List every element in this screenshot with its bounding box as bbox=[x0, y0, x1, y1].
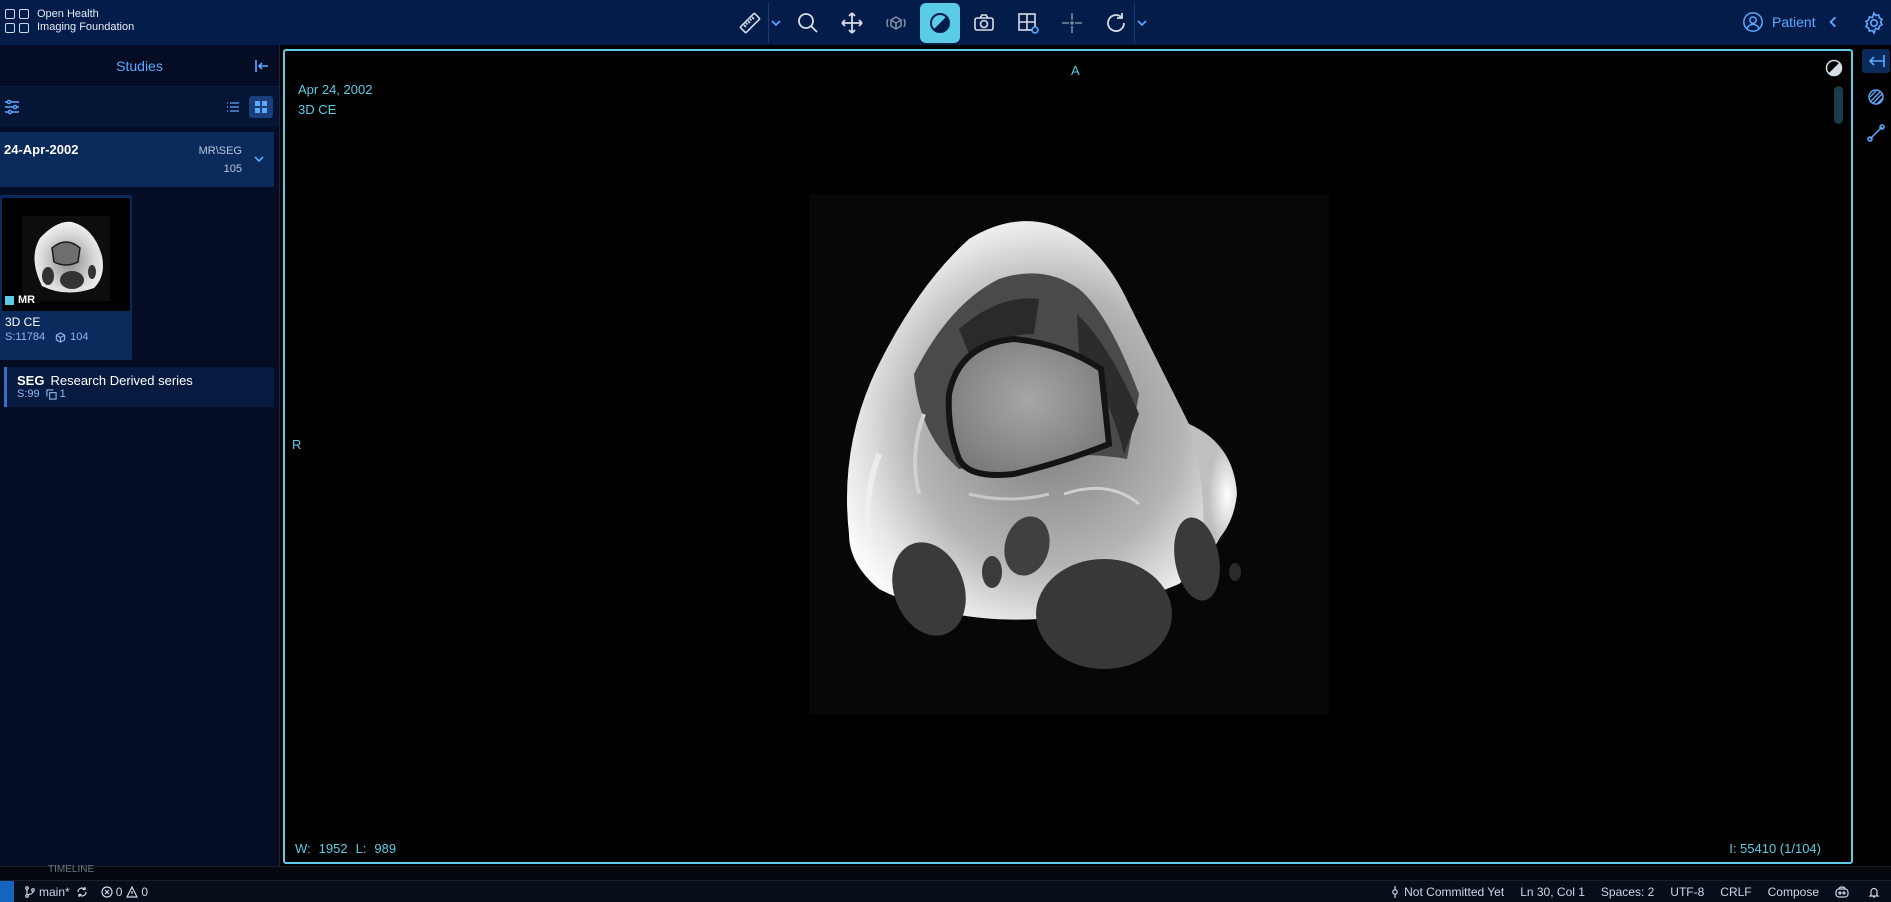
notifications-bell-icon[interactable] bbox=[1868, 886, 1883, 898]
seg-description: Research Derived series bbox=[50, 373, 193, 388]
logo-line1: Open Health bbox=[37, 8, 99, 20]
patient-label: Patient bbox=[1772, 14, 1816, 30]
window-label: W: bbox=[295, 841, 311, 856]
expand-right-panel-icon[interactable] bbox=[1862, 49, 1890, 73]
study-instance-count: 105 bbox=[223, 163, 242, 175]
window-level-icon[interactable] bbox=[920, 2, 960, 43]
series-number: S:11784 bbox=[5, 331, 46, 343]
ohif-logo[interactable]: Open Health Imaging Foundation bbox=[5, 8, 134, 34]
studies-panel: Studies 24-Apr-2002 MR\SEG 105 MR 3D CE … bbox=[0, 45, 280, 880]
chevron-left-icon bbox=[1828, 16, 1836, 28]
study-modalities: MR\SEG bbox=[198, 145, 242, 157]
rotate-3d-icon[interactable] bbox=[876, 3, 916, 43]
series-description: 3D CE bbox=[5, 315, 41, 329]
viewport-scrollbar[interactable] bbox=[1834, 86, 1843, 124]
window-value: 1952 bbox=[318, 841, 348, 856]
encoding[interactable]: UTF-8 bbox=[1670, 885, 1704, 899]
crosshair-icon[interactable] bbox=[1052, 3, 1092, 43]
stack-icon bbox=[55, 331, 66, 343]
copilot-icon[interactable] bbox=[1835, 886, 1852, 898]
level-label: L: bbox=[355, 841, 367, 856]
modality-color-swatch bbox=[5, 295, 14, 305]
seg-series-number: S:99 bbox=[17, 388, 40, 400]
zoom-icon[interactable] bbox=[788, 3, 828, 43]
sync-icon bbox=[77, 886, 87, 897]
seg-modality: SEG bbox=[17, 373, 45, 388]
contrast-icon[interactable] bbox=[1825, 59, 1843, 77]
camera-icon[interactable] bbox=[964, 3, 1004, 43]
status-bar: main* 0 0 Not Committed Yet Ln 30, Col 1… bbox=[0, 880, 1891, 902]
patient-button[interactable]: Patient bbox=[1742, 11, 1840, 33]
blame-text: Not Committed Yet bbox=[1404, 885, 1505, 899]
line-ending[interactable]: CRLF bbox=[1720, 885, 1751, 899]
git-branch-icon bbox=[25, 885, 35, 898]
logo-line2: Imaging Foundation bbox=[37, 21, 135, 33]
grid-view-icon[interactable] bbox=[249, 96, 273, 118]
overlay-instance: I: 55410 (1/104) bbox=[1729, 841, 1821, 856]
pan-icon[interactable] bbox=[832, 3, 872, 43]
series-instance-count: 104 bbox=[70, 331, 89, 343]
remote-indicator[interactable] bbox=[0, 880, 14, 902]
timeline-strip: TIMELINE bbox=[0, 864, 1891, 880]
studies-header: Studies bbox=[0, 45, 279, 87]
series-thumbnail-mr[interactable]: MR 3D CE S:11784 104 bbox=[0, 195, 132, 360]
collapse-panel-icon[interactable] bbox=[253, 57, 271, 75]
series-row-seg[interactable]: SEG Research Derived series S:99 1 bbox=[4, 367, 274, 407]
error-count: 0 bbox=[115, 884, 123, 899]
language-mode[interactable]: Compose bbox=[1768, 885, 1819, 899]
orientation-marker-top: A bbox=[1071, 63, 1080, 78]
logo-grid-icon bbox=[5, 9, 29, 33]
series-modality: MR bbox=[18, 294, 36, 306]
mri-image bbox=[809, 194, 1329, 714]
ruler-icon[interactable] bbox=[730, 3, 770, 43]
chevron-down-icon[interactable] bbox=[252, 152, 266, 166]
segmentation-icon[interactable] bbox=[1862, 85, 1890, 109]
copy-icon bbox=[46, 388, 57, 400]
image-viewport[interactable]: A R Apr 24, 2002 3D CE W: 1952 L: 989 I: 55… bbox=[283, 49, 1853, 864]
orientation-marker-left: R bbox=[292, 437, 302, 452]
study-row[interactable]: 24-Apr-2002 MR\SEG 105 bbox=[0, 132, 274, 187]
warning-icon bbox=[126, 885, 139, 898]
timeline-label[interactable]: TIMELINE bbox=[48, 864, 94, 875]
problems-indicator[interactable]: 0 0 bbox=[101, 885, 148, 899]
git-branch[interactable]: main* bbox=[24, 885, 91, 899]
study-date: 24-Apr-2002 bbox=[4, 142, 79, 157]
list-view-icon[interactable] bbox=[221, 96, 245, 118]
view-toggle bbox=[221, 96, 273, 118]
measurements-icon[interactable] bbox=[1862, 121, 1890, 145]
filter-row bbox=[0, 87, 279, 127]
commit-icon bbox=[1392, 886, 1398, 898]
layout-icon[interactable] bbox=[1008, 3, 1048, 43]
branch-name: main* bbox=[39, 884, 70, 899]
chevron-down-icon[interactable] bbox=[1134, 2, 1148, 43]
seg-instance-count: 1 bbox=[59, 388, 66, 400]
top-bar: Open Health Imaging Foundation Patient bbox=[0, 0, 1891, 45]
cursor-position[interactable]: Ln 30, Col 1 bbox=[1520, 885, 1585, 899]
user-icon bbox=[1743, 12, 1763, 32]
level-value: 989 bbox=[374, 841, 397, 856]
warning-count: 0 bbox=[141, 884, 149, 899]
filter-settings-icon[interactable] bbox=[4, 99, 20, 115]
overlay-series-description: 3D CE bbox=[298, 102, 337, 117]
git-blame[interactable]: Not Committed Yet bbox=[1389, 885, 1504, 899]
reset-icon[interactable] bbox=[1096, 3, 1136, 43]
gear-icon[interactable] bbox=[1862, 11, 1886, 35]
indentation[interactable]: Spaces: 2 bbox=[1601, 885, 1654, 899]
studies-title: Studies bbox=[116, 57, 163, 74]
overlay-study-date: Apr 24, 2002 bbox=[298, 82, 373, 97]
chevron-down-icon[interactable] bbox=[768, 2, 782, 43]
right-panel-strip bbox=[1858, 45, 1891, 880]
tool-bar bbox=[730, 0, 1154, 45]
overlay-window-level: W: 1952 L: 989 bbox=[295, 841, 404, 856]
error-icon bbox=[101, 885, 113, 898]
